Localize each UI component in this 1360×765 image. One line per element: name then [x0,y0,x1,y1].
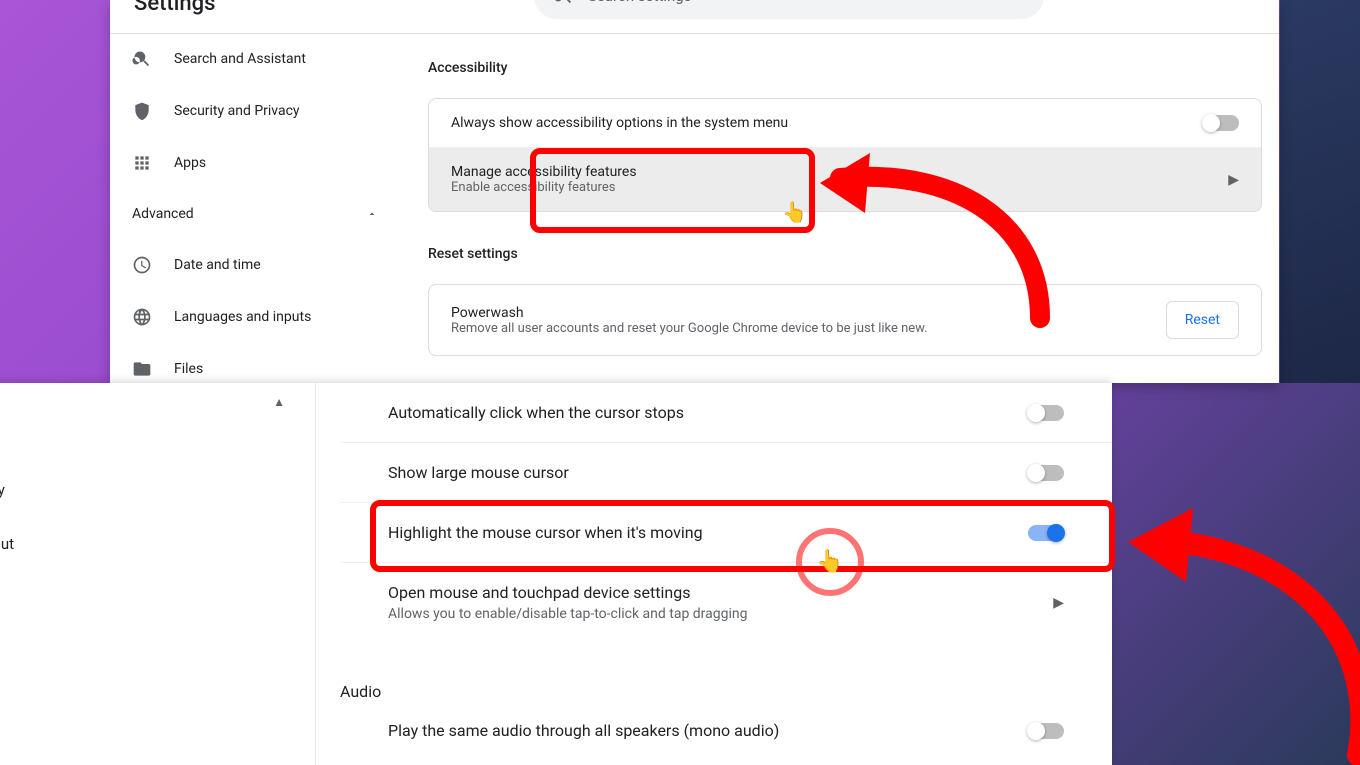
reset-card: Powerwash Remove all user accounts and r… [428,284,1262,356]
chevron-right-icon: ▶ [1053,595,1064,611]
sidebar-item-languages[interactable]: Languages and inputs [110,291,400,343]
settings-window-top: Settings Search settings Search and Assi… [110,0,1279,383]
sidebar-item-security-fragment[interactable]: ecurity [0,463,315,517]
powerwash-row: Powerwash Remove all user accounts and r… [429,285,1261,355]
toggle-always-show-accessibility[interactable] [1203,115,1239,131]
sidebar-item-label: Date and time [174,257,261,273]
manage-accessibility-row[interactable]: Manage accessibility features Enable acc… [429,147,1261,211]
globe-icon [132,307,152,327]
shield-icon [132,101,152,121]
sidebar-item-label: Apps [174,155,206,171]
clock-icon [132,255,152,275]
audio-heading: Audio [340,642,1112,715]
row-sublabel: Enable accessibility features [451,180,637,195]
highlight-cursor-row[interactable]: Highlight the mouse cursor when it's mov… [340,503,1112,563]
row-label: Automatically click when the cursor stop… [388,403,684,422]
sidebar-item-apps[interactable]: Apps [110,137,400,189]
chevron-up-icon [366,208,378,220]
toggle-large-cursor[interactable] [1028,465,1064,481]
mouse-touchpad-row[interactable]: Open mouse and touchpad device settings … [340,563,1112,642]
search-icon [132,49,152,69]
toggle-mono-audio[interactable] [1028,723,1064,739]
sidebar-item-fragment[interactable] [0,679,315,733]
sidebar-item-fragment[interactable] [0,571,315,625]
sidebar-item-date-time[interactable]: Date and time [110,239,400,291]
settings-window-bottom: ▲ ecurity nd input Automatically click w… [0,383,1360,765]
chevron-up-icon[interactable]: ▲ [0,395,315,409]
search-icon [554,0,574,6]
sidebar-item-input-fragment[interactable]: nd input [0,517,315,571]
sidebar-partial: ▲ ecurity nd input [0,383,316,765]
row-label: Open mouse and touchpad device settings [388,583,747,602]
sidebar-item-fragment[interactable] [0,625,315,679]
row-label: Show large mouse cursor [388,463,569,482]
accessibility-card: Always show accessibility options in the… [428,98,1262,212]
row-label: Play the same audio through all speakers… [388,721,779,740]
sidebar-item-label: Search and Assistant [174,51,306,67]
sidebar-item-label: Advanced [132,206,194,222]
chevron-right-icon: ▶ [1228,172,1239,188]
app-title: Settings [134,0,215,16]
sidebar-item-fragment[interactable] [0,409,315,463]
row-sublabel: Remove all user accounts and reset your … [451,321,928,336]
sidebar-item-search-assistant[interactable]: Search and Assistant [110,33,400,85]
sidebar-item-security[interactable]: Security and Privacy [110,85,400,137]
search-input[interactable]: Search settings [534,0,1044,19]
toggle-highlight-cursor[interactable] [1028,525,1064,541]
mono-audio-row[interactable]: Play the same audio through all speakers… [340,715,1112,760]
large-cursor-row[interactable]: Show large mouse cursor [340,443,1112,503]
search-placeholder: Search settings [588,0,691,5]
row-label: Always show accessibility options in the… [451,115,788,131]
sidebar-item-label: Files [174,361,203,377]
always-show-accessibility-row[interactable]: Always show accessibility options in the… [429,99,1261,147]
auto-click-row[interactable]: Automatically click when the cursor stop… [340,383,1112,443]
toggle-auto-click[interactable] [1028,405,1064,421]
apps-icon [132,153,152,173]
folder-icon [132,359,152,379]
sidebar-item-label: Security and Privacy [174,103,300,119]
sidebar: Search and Assistant Security and Privac… [110,33,400,395]
sidebar-item-label: Languages and inputs [174,309,311,325]
row-label: Powerwash [451,305,928,321]
reset-heading: Reset settings [428,246,1262,262]
row-sublabel: Allows you to enable/disable tap-to-clic… [388,606,747,622]
row-label: Manage accessibility features [451,164,637,180]
row-label: Highlight the mouse cursor when it's mov… [388,523,703,542]
sidebar-advanced-toggle[interactable]: Advanced [110,189,400,239]
accessibility-heading: Accessibility [428,60,1262,76]
reset-button[interactable]: Reset [1166,301,1239,339]
